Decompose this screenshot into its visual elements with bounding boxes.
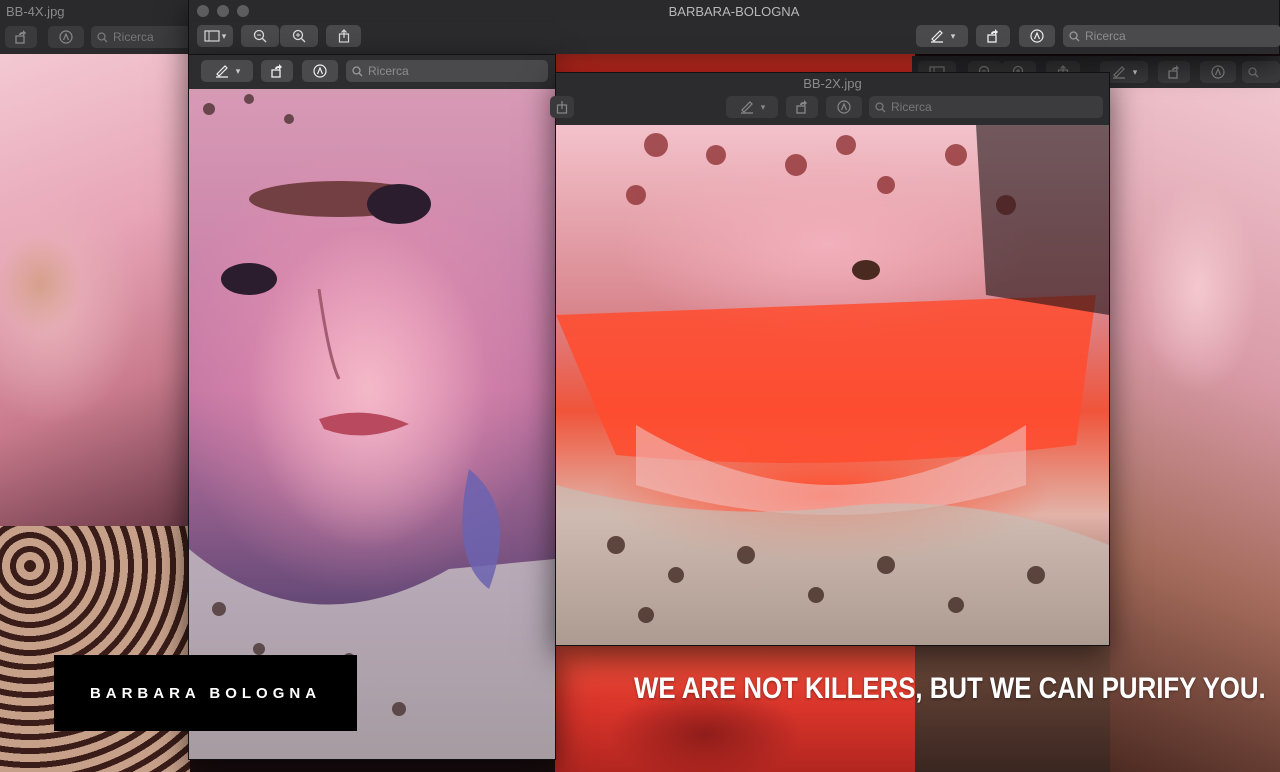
search-placeholder: Ricerca bbox=[891, 100, 932, 114]
rotate-button[interactable] bbox=[786, 96, 818, 118]
chevron-down-icon: ▾ bbox=[235, 65, 241, 76]
window-main-titlebar[interactable]: BARBARA-BOLOGNA bbox=[189, 0, 1279, 22]
window-bb-4x: BB-4X.jpg Ricerca bbox=[0, 0, 191, 54]
search-placeholder: Ricerca bbox=[368, 64, 409, 78]
window-bb-2x-title: BB-2X.jpg bbox=[803, 75, 862, 91]
search-field[interactable]: Ricerca bbox=[346, 60, 548, 82]
chevron-down-icon: ▾ bbox=[221, 30, 227, 41]
photo-left-bottom bbox=[0, 526, 190, 772]
window-bb-2x-toolbar: ▾ Ricerca bbox=[550, 93, 1109, 125]
sidebar-button[interactable]: ▾ bbox=[197, 25, 233, 47]
zoom-in-button[interactable] bbox=[280, 25, 318, 47]
rotate-icon bbox=[986, 29, 1000, 43]
magnifier-icon bbox=[1248, 66, 1259, 78]
window-main-toolbar: ▾ ▾ Ricerca bbox=[189, 22, 1280, 54]
rotate-icon bbox=[14, 30, 28, 44]
window-main-title: BARBARA-BOLOGNA bbox=[668, 3, 800, 19]
photo-right bbox=[1108, 88, 1280, 772]
photo-red-strip bbox=[555, 54, 915, 72]
rotate-button[interactable] bbox=[261, 60, 293, 82]
pen-icon bbox=[214, 64, 230, 78]
share-button[interactable] bbox=[326, 25, 361, 47]
chevron-down-icon: ▾ bbox=[950, 30, 956, 41]
sidebar-icon bbox=[204, 30, 220, 42]
pen-button[interactable]: ▾ bbox=[726, 96, 778, 118]
rotate-icon bbox=[1167, 65, 1181, 79]
pen-icon bbox=[1111, 65, 1127, 79]
window-bb-4x-toolbar: Ricerca bbox=[0, 22, 191, 54]
magnifier-icon bbox=[352, 65, 363, 77]
pen-button[interactable]: ▾ bbox=[916, 25, 968, 47]
visor-face-illustration bbox=[556, 125, 1109, 645]
bb-2x-image bbox=[556, 125, 1109, 645]
rotate-button[interactable] bbox=[5, 26, 37, 48]
rotate-button[interactable] bbox=[1158, 61, 1190, 83]
brand-box[interactable]: BARBARA BOLOGNA bbox=[54, 655, 357, 731]
search-placeholder: Ricerca bbox=[113, 30, 154, 44]
markup-circle-icon bbox=[313, 64, 327, 78]
pen-button[interactable]: ▾ bbox=[201, 60, 253, 82]
markup-circle-icon bbox=[1211, 65, 1225, 79]
rotate-icon bbox=[795, 100, 809, 114]
zoom-out-button[interactable] bbox=[241, 25, 279, 47]
window-portrait-toolbar: ▾ Ricerca bbox=[189, 55, 555, 89]
chevron-down-icon: ▾ bbox=[760, 101, 766, 112]
pen-icon bbox=[929, 29, 945, 43]
window-bb-2x-titlebar[interactable]: BB-2X.jpg bbox=[556, 73, 1109, 93]
search-field[interactable] bbox=[1242, 61, 1280, 83]
brand-name: BARBARA BOLOGNA bbox=[89, 684, 322, 702]
search-placeholder: Ricerca bbox=[1085, 29, 1126, 43]
markup-button[interactable] bbox=[302, 60, 338, 82]
rotate-icon bbox=[270, 64, 284, 78]
search-field[interactable]: Ricerca bbox=[1063, 25, 1280, 47]
magnifier-icon bbox=[1069, 30, 1080, 42]
zoom-out-icon bbox=[253, 29, 267, 43]
markup-circle-icon bbox=[837, 100, 851, 114]
share-icon bbox=[556, 100, 568, 114]
photo-bottom-right bbox=[915, 645, 1110, 772]
markup-circle-icon bbox=[59, 30, 73, 44]
share-button[interactable] bbox=[550, 96, 574, 118]
window-main: BARBARA-BOLOGNA ▾ ▾ Ricerca bbox=[188, 0, 1280, 54]
magnifier-icon bbox=[97, 31, 108, 43]
search-field[interactable]: Ricerca bbox=[91, 26, 191, 48]
markup-button[interactable] bbox=[1200, 61, 1236, 83]
markup-button[interactable] bbox=[48, 26, 84, 48]
window-bb-2x: BB-2X.jpg ▾ Ricerca bbox=[550, 72, 1110, 646]
slogan-text: WE ARE NOT KILLERS, BUT WE CAN PURIFY YO… bbox=[634, 672, 1266, 705]
zoom-in-icon bbox=[292, 29, 306, 43]
markup-button[interactable] bbox=[1019, 25, 1055, 47]
photo-bottom-middle bbox=[555, 645, 915, 772]
share-icon bbox=[338, 29, 350, 43]
magnifier-icon bbox=[875, 101, 886, 113]
chevron-down-icon: ▾ bbox=[1132, 66, 1138, 77]
rotate-button[interactable] bbox=[976, 25, 1010, 47]
markup-button[interactable] bbox=[826, 96, 862, 118]
window-bb-4x-titlebar[interactable]: BB-4X.jpg bbox=[0, 0, 190, 22]
markup-circle-icon bbox=[1030, 29, 1044, 43]
photo-left-top bbox=[0, 54, 190, 526]
window-bb-4x-title: BB-4X.jpg bbox=[6, 3, 65, 19]
pen-icon bbox=[739, 100, 755, 114]
search-field[interactable]: Ricerca bbox=[869, 96, 1103, 118]
